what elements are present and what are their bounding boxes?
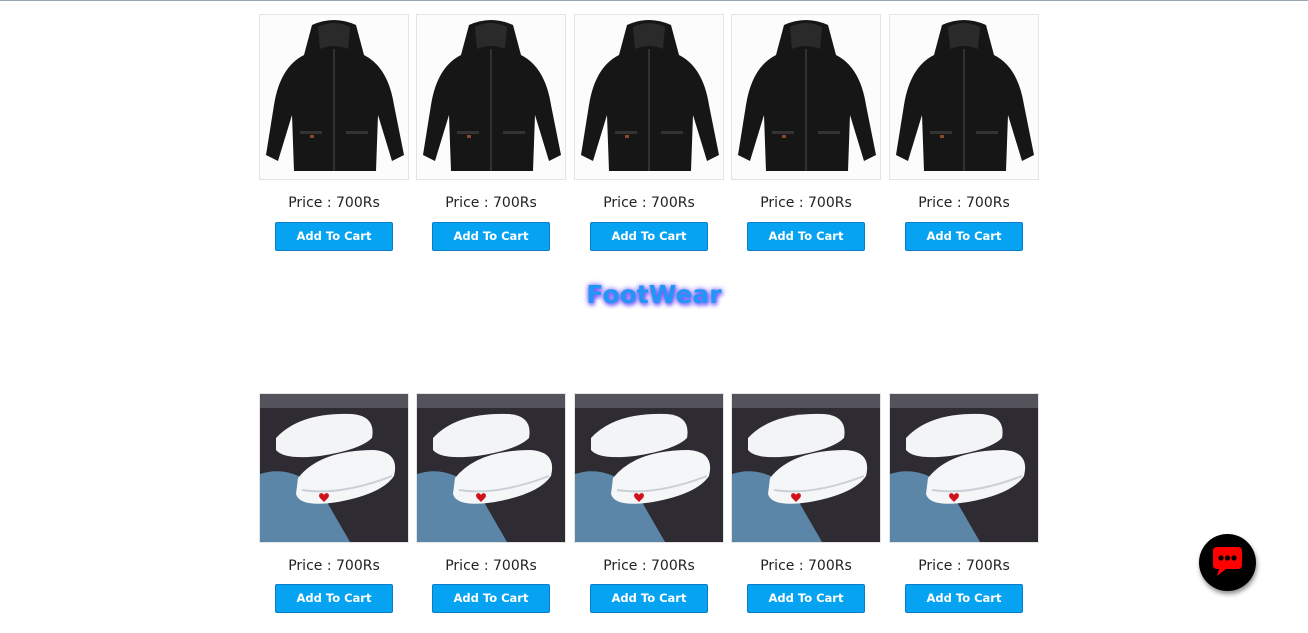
product-card-jacket-3: Price : 700Rs Add To Cart: [574, 14, 724, 254]
product-image-sneakers[interactable]: [889, 393, 1039, 543]
product-price: Price : 700Rs: [918, 195, 1010, 211]
jacket-image: [417, 15, 565, 179]
product-card-jacket-1: Price : 700Rs Add To Cart: [259, 14, 409, 254]
product-price: Price : 700Rs: [760, 558, 852, 574]
product-card-shoe-3: Price : 700Rs Add To Cart: [574, 393, 724, 633]
product-card-shoe-2: Price : 700Rs Add To Cart: [416, 393, 566, 633]
add-to-cart-button[interactable]: Add To Cart: [905, 222, 1023, 251]
jacket-image: [260, 15, 408, 179]
chat-bubble-icon: [1213, 547, 1242, 576]
product-image-jacket[interactable]: [574, 14, 724, 180]
product-card-shoe-1: Price : 700Rs Add To Cart: [259, 393, 409, 633]
jackets-product-row: Price : 700Rs Add To Cart Price : 700Rs …: [259, 14, 1049, 254]
product-image-sneakers[interactable]: [731, 393, 881, 543]
product-price: Price : 700Rs: [288, 195, 380, 211]
product-image-jacket[interactable]: [259, 14, 409, 180]
add-to-cart-button[interactable]: Add To Cart: [432, 222, 550, 251]
product-price: Price : 700Rs: [603, 195, 695, 211]
footwear-section-title: FootWear: [586, 280, 722, 309]
product-price: Price : 700Rs: [603, 558, 695, 574]
add-to-cart-button[interactable]: Add To Cart: [590, 222, 708, 251]
jacket-image: [732, 15, 880, 179]
product-card-jacket-4: Price : 700Rs Add To Cart: [731, 14, 881, 254]
product-price: Price : 700Rs: [445, 195, 537, 211]
product-price: Price : 700Rs: [288, 558, 380, 574]
product-price: Price : 700Rs: [760, 195, 852, 211]
sneakers-image: [575, 394, 723, 542]
product-card-jacket-2: Price : 700Rs Add To Cart: [416, 14, 566, 254]
add-to-cart-button[interactable]: Add To Cart: [275, 584, 393, 613]
top-divider: [0, 0, 1308, 1]
product-image-jacket[interactable]: [416, 14, 566, 180]
sneakers-image: [890, 394, 1038, 542]
jacket-image: [575, 15, 723, 179]
product-price: Price : 700Rs: [918, 558, 1010, 574]
product-price: Price : 700Rs: [445, 558, 537, 574]
add-to-cart-button[interactable]: Add To Cart: [432, 584, 550, 613]
add-to-cart-button[interactable]: Add To Cart: [747, 222, 865, 251]
add-to-cart-button[interactable]: Add To Cart: [905, 584, 1023, 613]
add-to-cart-button[interactable]: Add To Cart: [747, 584, 865, 613]
jacket-image: [890, 15, 1038, 179]
sneakers-image: [260, 394, 408, 542]
product-image-jacket[interactable]: [889, 14, 1039, 180]
product-card-shoe-4: Price : 700Rs Add To Cart: [731, 393, 881, 633]
sneakers-image: [417, 394, 565, 542]
product-image-jacket[interactable]: [731, 14, 881, 180]
product-image-sneakers[interactable]: [259, 393, 409, 543]
product-card-shoe-5: Price : 700Rs Add To Cart: [889, 393, 1039, 633]
add-to-cart-button[interactable]: Add To Cart: [275, 222, 393, 251]
footwear-product-row: Price : 700Rs Add To Cart Price : 700Rs …: [259, 393, 1049, 633]
product-image-sneakers[interactable]: [574, 393, 724, 543]
chat-button[interactable]: [1199, 534, 1256, 591]
product-card-jacket-5: Price : 700Rs Add To Cart: [889, 14, 1039, 254]
sneakers-image: [732, 394, 880, 542]
add-to-cart-button[interactable]: Add To Cart: [590, 584, 708, 613]
product-image-sneakers[interactable]: [416, 393, 566, 543]
